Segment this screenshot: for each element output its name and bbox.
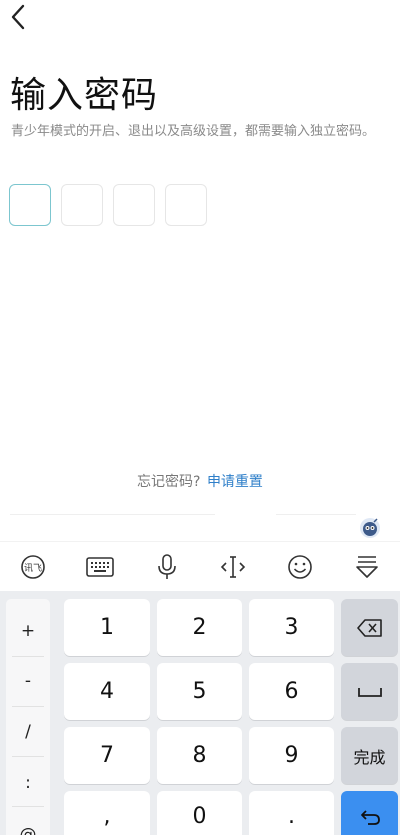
space-icon: [357, 687, 382, 697]
key-5[interactable]: 5: [157, 663, 242, 720]
keyboard-icon[interactable]: [82, 549, 118, 585]
pin-box-2[interactable]: [61, 184, 103, 226]
candidate-divider: [10, 514, 215, 515]
collapse-keyboard-icon[interactable]: [349, 549, 385, 585]
key-9[interactable]: 9: [249, 727, 334, 784]
enter-key[interactable]: [341, 791, 398, 835]
key-6[interactable]: 6: [249, 663, 334, 720]
pin-box-4[interactable]: [165, 184, 207, 226]
enter-return-icon: [360, 810, 380, 825]
text-cursor-icon[interactable]: [215, 549, 251, 585]
key-2[interactable]: 2: [157, 599, 242, 656]
ime-toolbar: 讯飞: [0, 541, 400, 591]
pin-box-3[interactable]: [113, 184, 155, 226]
symbol-column: + - / : @: [6, 599, 50, 835]
description-text: 青少年模式的开启、退出以及高级设置，都需要输入独立密码。: [11, 124, 376, 139]
key-period[interactable]: .: [249, 791, 334, 835]
page-title: 输入密码: [10, 75, 159, 116]
symbol-key-slash[interactable]: /: [6, 712, 50, 752]
key-8[interactable]: 8: [157, 727, 242, 784]
symbol-divider: [12, 656, 44, 657]
key-4[interactable]: 4: [64, 663, 150, 720]
key-1[interactable]: 1: [64, 599, 150, 656]
forgot-password-text: 忘记密码?: [137, 474, 201, 490]
microphone-icon[interactable]: [149, 549, 185, 585]
done-key[interactable]: 完成: [341, 727, 398, 784]
pin-box-1[interactable]: [9, 184, 51, 226]
symbol-divider: [12, 706, 44, 707]
backspace-key[interactable]: [341, 599, 398, 656]
pin-input-group[interactable]: [9, 184, 207, 226]
assistant-avatar-icon[interactable]: [359, 517, 381, 539]
key-3[interactable]: 3: [249, 599, 334, 656]
forgot-password-row: 忘记密码? 申请重置: [0, 471, 400, 491]
backspace-icon: [356, 618, 382, 637]
symbol-key-colon[interactable]: :: [6, 763, 50, 803]
key-comma[interactable]: ,: [64, 791, 150, 835]
reset-password-link[interactable]: 申请重置: [207, 474, 263, 490]
key-7[interactable]: 7: [64, 727, 150, 784]
symbol-key-at[interactable]: @: [6, 815, 50, 835]
space-key[interactable]: [341, 663, 398, 720]
key-0[interactable]: 0: [157, 791, 242, 835]
symbol-key-minus[interactable]: -: [6, 661, 50, 701]
candidate-divider-right: [276, 514, 356, 515]
numeric-keyboard: + - / : @ 1 2 3 4 5 6 7 8 9 完成 , 0 .: [0, 591, 400, 835]
back-arrow-icon[interactable]: [6, 2, 32, 32]
symbol-divider: [12, 806, 44, 807]
symbol-divider: [12, 756, 44, 757]
done-key-label: 完成: [353, 747, 386, 767]
ime-logo-icon[interactable]: 讯飞: [15, 549, 51, 585]
emoji-icon[interactable]: [282, 549, 318, 585]
symbol-key-plus[interactable]: +: [6, 611, 50, 651]
ime-logo-text: 讯飞: [24, 563, 42, 574]
